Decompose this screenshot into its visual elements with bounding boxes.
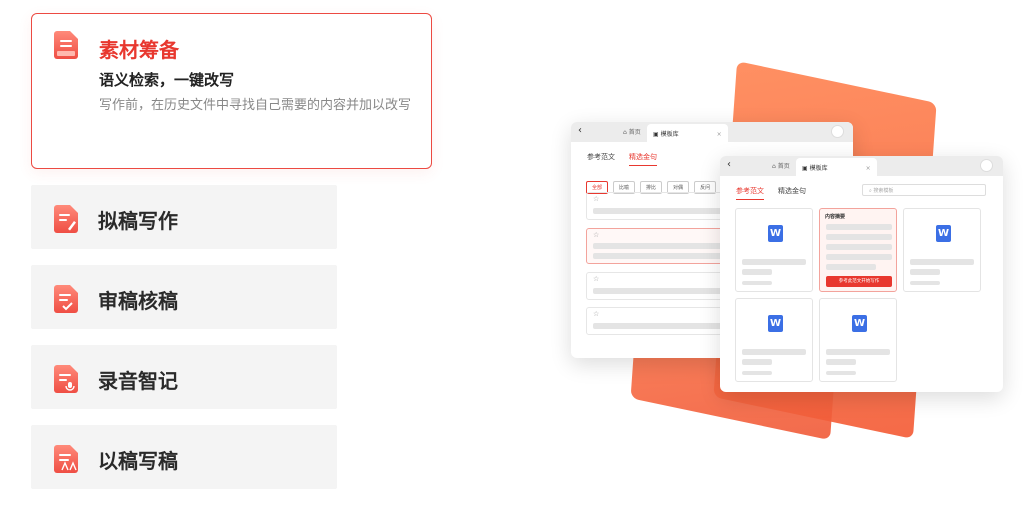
feature-item-review[interactable]: 审稿核稿 (31, 265, 337, 329)
mock-tabbar: ‹ ⌂ 首页 ▣ 模板库 × (720, 156, 1003, 176)
template-tab: ▣ 模板库 × (796, 158, 877, 176)
feature-label: 录音智记 (98, 369, 178, 393)
star-icon: ☆ (593, 231, 600, 239)
mock-doc-card-highlight: 内容摘要 参考此范文开始写作 (819, 208, 897, 292)
mock-tabbar: ‹ ⌂ 首页 ▣ 模板库 × (571, 122, 853, 142)
feature-label: 审稿核稿 (98, 289, 178, 313)
feature-label: 以稿写稿 (98, 449, 178, 473)
mock-tabs: 参考范文 精选金句 (587, 152, 671, 166)
chevron-left-icon: ‹ (727, 159, 731, 170)
word-doc-icon: W (768, 315, 783, 332)
mock-window-front: ‹ ⌂ 首页 ▣ 模板库 × 参考范文 精选金句 ⌕ 搜索模板 W 内容摘要 参考此… (720, 156, 1003, 392)
document-copy-icon (54, 445, 78, 473)
mock-doc-card: W (735, 208, 813, 292)
feature-item-drafting[interactable]: 拟稿写作 (31, 185, 337, 249)
chevron-left-icon: ‹ (578, 125, 582, 136)
feature-label: 拟稿写作 (98, 209, 178, 233)
mock-doc-card: W (735, 298, 813, 382)
document-mic-icon (54, 365, 78, 393)
mock-search: ⌕ 搜索模板 (862, 184, 986, 196)
star-icon: ☆ (593, 275, 600, 283)
document-icon (54, 31, 78, 59)
home-tab: ⌂ 首页 (623, 129, 641, 136)
word-doc-icon: W (852, 315, 867, 332)
document-check-icon (54, 285, 78, 313)
mock-doc-card: W (819, 298, 897, 382)
feature-item-rewrite[interactable]: 以稿写稿 (31, 425, 337, 489)
mock-tabs: 参考范文 精选金句 (736, 186, 820, 200)
product-illustration: ‹ ⌂ 首页 ▣ 模板库 × 参考范文 精选金句 全部 比喻 排比 对偶 反问 ☆ ☆ ☆ … (560, 60, 1020, 460)
word-doc-icon: W (936, 225, 951, 242)
document-pen-icon (54, 205, 78, 233)
avatar (980, 159, 993, 172)
star-icon: ☆ (593, 310, 600, 318)
star-icon: ☆ (593, 195, 600, 203)
word-doc-icon: W (768, 225, 783, 242)
feature-item-recording[interactable]: 录音智记 (31, 345, 337, 409)
feature-title: 素材筹备 (99, 38, 179, 62)
feature-description: 写作前，在历史文件中寻找自己需要的内容并加以改写 (99, 98, 412, 113)
feature-card-active[interactable]: 素材筹备 语义检索，一键改写 写作前，在历史文件中寻找自己需要的内容并加以改写 (31, 13, 432, 169)
home-tab: ⌂ 首页 (772, 163, 790, 170)
avatar (831, 125, 844, 138)
mock-chips: 全部 比喻 排比 对偶 反问 (586, 174, 721, 194)
template-tab: ▣ 模板库 × (647, 124, 728, 142)
feature-subtitle: 语义检索，一键改写 (99, 71, 235, 89)
mock-doc-card: W (903, 208, 981, 292)
